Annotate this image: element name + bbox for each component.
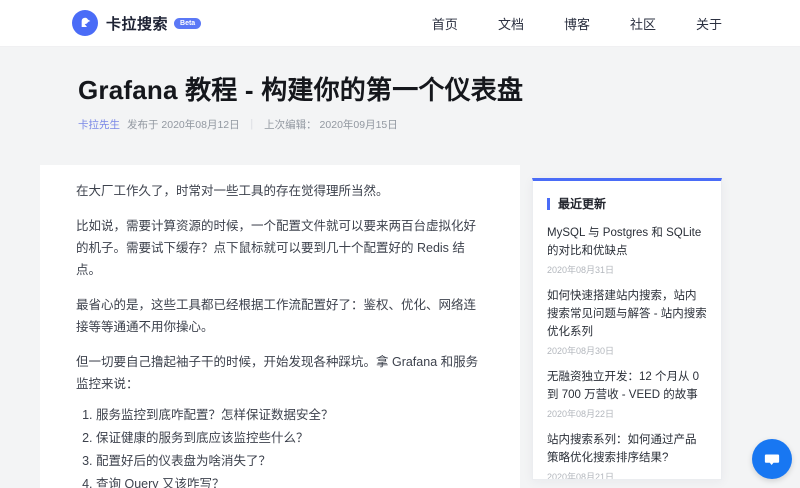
nav-item-about[interactable]: 关于 <box>696 14 722 33</box>
list-item: 如何快速搭建站内搜索，站内搜索常见问题与解答 - 站内搜索优化系列 2020年0… <box>547 287 707 357</box>
page-title: Grafana 教程 - 构建你的第一个仪表盘 <box>78 73 722 107</box>
sidebar-title: 最近更新 <box>558 195 606 212</box>
post-link[interactable]: 站内搜索系列：如何通过产品策略优化搜索排序结果? <box>547 431 707 467</box>
chat-widget-button[interactable] <box>752 439 792 479</box>
paragraph: 最省心的是，这些工具都已经根据工作流配置好了：鉴权、优化、网络连接等等通通不用你… <box>76 294 482 338</box>
nav-item-home[interactable]: 首页 <box>432 14 458 33</box>
post-link[interactable]: 无融资独立开发：12 个月从 0 到 700 万营收 - VEED 的故事 <box>547 368 707 404</box>
list-item: 无融资独立开发：12 个月从 0 到 700 万营收 - VEED 的故事 20… <box>547 368 707 420</box>
author-link[interactable]: 卡拉先生 <box>78 117 120 132</box>
list-item: 站内搜索系列：如何通过产品策略优化搜索排序结果? 2020年08月21日 <box>547 431 707 480</box>
post-date: 2020年08月21日 <box>547 470 707 480</box>
brand-name: 卡拉搜索 <box>106 13 168 34</box>
article-hero: Grafana 教程 - 构建你的第一个仪表盘 卡拉先生 发布于 2020年08… <box>0 47 800 132</box>
list-item: 查询 Query 又该咋写？ <box>96 477 482 488</box>
post-link[interactable]: MySQL 与 Postgres 和 SQLite 的对比和优缺点 <box>547 224 707 260</box>
post-date: 2020年08月31日 <box>547 263 707 276</box>
list-item: 保证健康的服务到底应该监控些什么？ <box>96 431 482 446</box>
top-navbar: 卡拉搜索 Beta 首页 文档 博客 社区 关于 <box>0 0 800 47</box>
kala-logo-icon <box>72 10 98 36</box>
nav-item-blog[interactable]: 博客 <box>564 14 590 33</box>
paragraph: 比如说，需要计算资源的时候，一个配置文件就可以要来两百台虚拟化好的机子。需要试下… <box>76 215 482 281</box>
list-item: 配置好后的仪表盘为啥消失了？ <box>96 454 482 469</box>
post-date: 2020年08月30日 <box>547 344 707 357</box>
brand-logo[interactable]: 卡拉搜索 Beta <box>72 10 201 36</box>
published-date: 发布于 2020年08月12日 <box>127 117 240 132</box>
post-date: 2020年08月22日 <box>547 407 707 420</box>
nav-item-docs[interactable]: 文档 <box>498 14 524 33</box>
post-link[interactable]: 如何快速搭建站内搜索，站内搜索常见问题与解答 - 站内搜索优化系列 <box>547 287 707 341</box>
paragraph: 但一切要自己撸起袖子干的时候，开始发现各种踩坑。拿 Grafana 和服务监控来… <box>76 351 482 395</box>
main-nav: 首页 文档 博客 社区 关于 <box>432 14 722 33</box>
article-meta: 卡拉先生 发布于 2020年08月12日 ｜ 上次编辑： 2020年09月15日 <box>78 117 722 132</box>
meta-separator: ｜ <box>247 117 258 132</box>
accent-marker <box>547 198 550 210</box>
list-item: 服务监控到底咋配置？怎样保证数据安全？ <box>96 408 482 423</box>
edited-date: 上次编辑： 2020年09月15日 <box>264 117 398 132</box>
paragraph: 在大厂工作久了，时常对一些工具的存在觉得理所当然。 <box>76 180 482 202</box>
nav-item-community[interactable]: 社区 <box>630 14 656 33</box>
question-list: 服务监控到底咋配置？怎样保证数据安全？ 保证健康的服务到底应该监控些什么？ 配置… <box>76 408 482 488</box>
beta-badge: Beta <box>174 18 201 29</box>
chat-bubble-icon <box>763 450 781 468</box>
list-item: MySQL 与 Postgres 和 SQLite 的对比和优缺点 2020年0… <box>547 224 707 276</box>
recent-updates-panel: 最近更新 MySQL 与 Postgres 和 SQLite 的对比和优缺点 2… <box>532 178 722 480</box>
sidebar-header: 最近更新 <box>547 195 707 212</box>
article-body: 在大厂工作久了，时常对一些工具的存在觉得理所当然。 比如说，需要计算资源的时候，… <box>40 165 520 488</box>
